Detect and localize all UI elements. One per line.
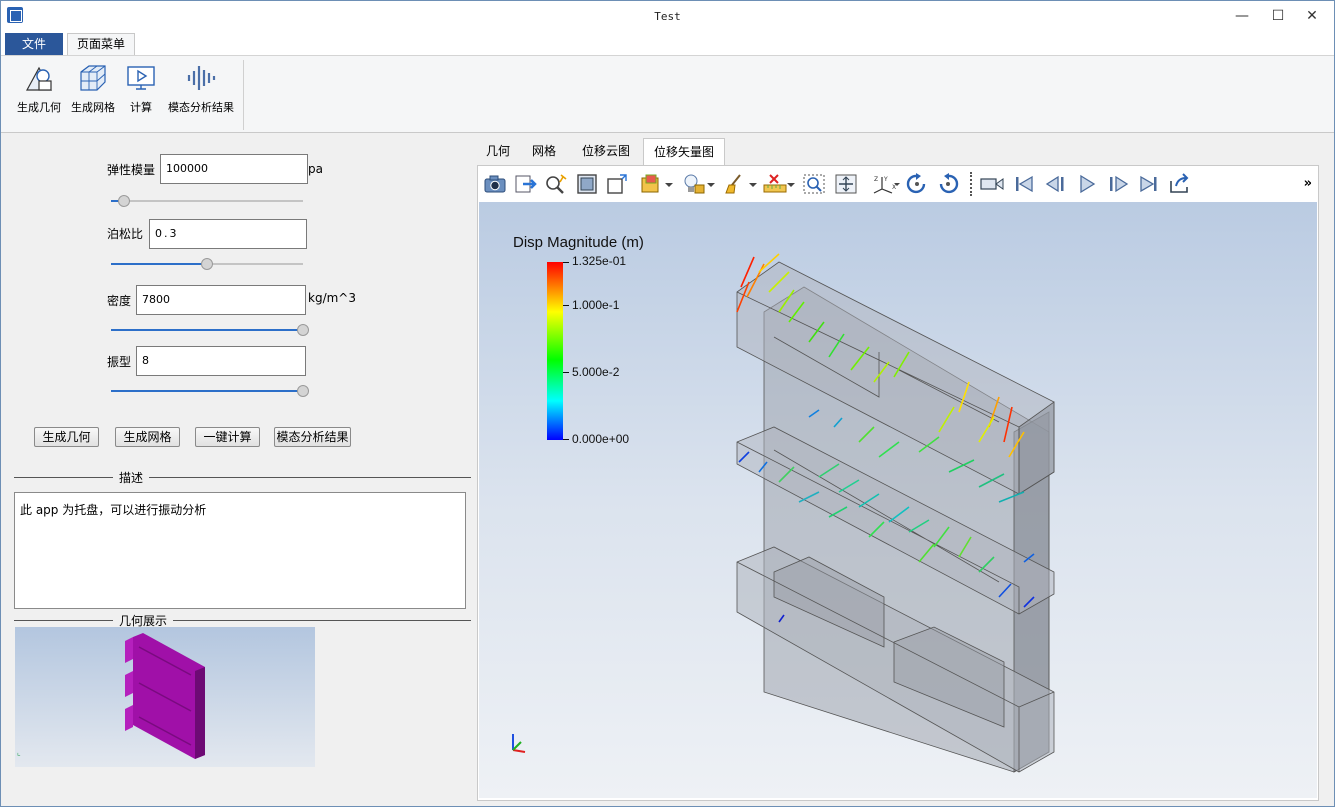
export-icon[interactable] (514, 173, 538, 195)
next-frame-icon[interactable] (1106, 173, 1130, 195)
orientation-axes-icon (512, 734, 526, 753)
window-title: Test (654, 10, 681, 23)
zoom-box-icon[interactable] (802, 173, 826, 195)
mode-shape-label: 振型 (106, 355, 131, 369)
camera-icon[interactable] (483, 173, 507, 195)
slider-thumb[interactable] (201, 258, 213, 270)
monitor-play-icon (127, 66, 155, 90)
density-input[interactable]: 7800 (136, 285, 306, 315)
tab-geometry[interactable]: 几何 (477, 138, 519, 165)
elastic-modulus-unit: pa (308, 162, 323, 176)
generate-mesh-ribbon-button[interactable]: 生成网格 (67, 62, 119, 115)
video-camera-icon[interactable] (980, 173, 1004, 195)
mode-shape-input[interactable]: 8 (136, 346, 306, 376)
center-icon[interactable] (834, 173, 858, 195)
elastic-modulus-input[interactable]: 100000 (160, 154, 308, 184)
zoom-pick-icon[interactable] (544, 173, 568, 195)
geometry-preview-divider (14, 620, 471, 621)
axes-icon[interactable]: YX Z (872, 173, 902, 195)
toolbar-separator (970, 172, 972, 196)
ribbon-separator (243, 60, 244, 130)
modal-results-ribbon-button[interactable]: 模态分析结果 (165, 62, 237, 115)
density-unit: kg/m^3 (308, 291, 356, 305)
box-view-icon[interactable] (605, 173, 629, 195)
density-label: 密度 (106, 294, 131, 308)
svg-text:⌞: ⌞ (17, 748, 21, 757)
last-frame-icon[interactable] (1137, 173, 1161, 195)
title-bar: Test — ☐ ✕ (1, 1, 1334, 31)
viewer-toolbar: YX Z » (478, 166, 1318, 202)
vector-plot-scene[interactable]: Disp Magnitude (m) 1.325e-01 1.000e-1 5.… (479, 202, 1317, 798)
toolbar-overflow-button[interactable]: » (1304, 176, 1312, 191)
light-icon[interactable] (682, 173, 716, 195)
pallet-model (736, 253, 1055, 773)
one-click-compute-button[interactable]: 一键计算 (195, 427, 260, 447)
ribbon: 生成几何 生成网格 计算 模态分析结果 (1, 55, 1334, 133)
ribbon-label: 生成网格 (71, 101, 115, 114)
geometry-preview: ⌞ (15, 627, 315, 767)
elastic-modulus-label: 弹性模量 (106, 163, 155, 177)
parameter-panel: 弹性模量 100000 pa 泊松比 0.3 密度 7800 kg/m^3 振型… (5, 137, 475, 803)
waveform-icon (187, 66, 216, 90)
mesh-cube-icon (80, 65, 106, 91)
rotate-cw-icon[interactable] (905, 173, 929, 195)
result-viewer: YX Z » Disp Magnitude (m) 1.325e-01 1.000… (477, 165, 1319, 801)
tab-displacement-vector[interactable]: 位移矢量图 (643, 138, 725, 165)
description-divider (14, 477, 471, 478)
pallet-preview-image: ⌞ (17, 633, 205, 759)
tab-displacement-contour[interactable]: 位移云图 (573, 138, 639, 165)
tab-file[interactable]: 文件 (5, 33, 63, 55)
modal-results-button[interactable]: 模态分析结果 (274, 427, 351, 447)
description-title: 描述 (113, 469, 150, 486)
first-frame-icon[interactable] (1012, 173, 1036, 195)
svg-text:X: X (892, 184, 896, 191)
generate-geometry-button[interactable]: 生成几何 (34, 427, 99, 447)
mode-shape-slider[interactable] (111, 385, 309, 397)
generate-mesh-button[interactable]: 生成网格 (115, 427, 180, 447)
svg-text:Y: Y (883, 176, 888, 183)
display-mode-icon[interactable] (640, 173, 674, 195)
export-animation-icon[interactable] (1168, 173, 1192, 195)
ribbon-label: 计算 (130, 101, 152, 114)
poisson-ratio-input[interactable]: 0.3 (149, 219, 307, 249)
elastic-modulus-slider[interactable] (111, 195, 303, 207)
slider-thumb[interactable] (297, 324, 309, 336)
play-icon[interactable] (1075, 173, 1099, 195)
density-slider[interactable] (111, 324, 309, 336)
close-button[interactable]: ✕ (1289, 1, 1335, 31)
prev-frame-icon[interactable] (1044, 173, 1068, 195)
slider-thumb[interactable] (118, 195, 131, 207)
geometry-icon (25, 66, 53, 91)
tab-page-menu[interactable]: 页面菜单 (67, 33, 135, 55)
ribbon-label: 生成几何 (17, 101, 61, 114)
svg-text:Z: Z (874, 176, 878, 183)
ruler-icon[interactable] (762, 173, 796, 195)
menu-bar: 文件 页面菜单 (1, 31, 1334, 55)
fit-view-icon[interactable] (575, 173, 599, 195)
ribbon-label: 模态分析结果 (168, 101, 234, 114)
rotate-ccw-icon[interactable] (936, 173, 960, 195)
app-window: Test — ☐ ✕ 文件 页面菜单 生成几何 生成网格 计算 模态分析结果 弹… (0, 0, 1335, 807)
generate-geometry-ribbon-button[interactable]: 生成几何 (13, 62, 65, 115)
tab-mesh[interactable]: 网格 (523, 138, 565, 165)
poisson-ratio-slider[interactable] (111, 258, 303, 270)
poisson-ratio-label: 泊松比 (106, 227, 143, 241)
brush-icon[interactable] (724, 173, 758, 195)
slider-thumb[interactable] (297, 385, 309, 397)
compute-ribbon-button[interactable]: 计算 (121, 62, 161, 115)
description-text[interactable]: 此 app 为托盘，可以进行振动分析 (14, 492, 466, 609)
